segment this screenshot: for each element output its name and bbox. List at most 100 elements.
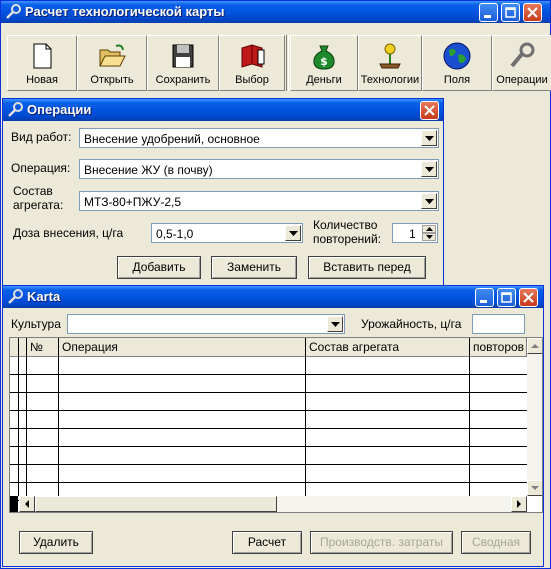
chevron-left-icon	[25, 500, 29, 508]
scroll-right-button[interactable]	[511, 496, 527, 512]
delete-button[interactable]: Удалить	[19, 531, 93, 554]
column-header-operation[interactable]: Операция	[59, 338, 306, 357]
vertical-scrollbar[interactable]	[527, 338, 542, 496]
operations-title-bar[interactable]: Операции	[3, 99, 443, 121]
operations-grid[interactable]: № Операция Состав агрегата повторов	[9, 337, 543, 513]
table-row[interactable]	[10, 411, 527, 429]
work-type-select[interactable]: Внесение удобрений, основное	[79, 128, 439, 148]
dose-value: 0,5-1,0	[156, 227, 194, 241]
chevron-down-icon	[426, 235, 433, 239]
chevron-down-icon	[289, 231, 298, 236]
summary-button[interactable]: Сводная	[461, 531, 531, 554]
minimize-button[interactable]	[479, 3, 498, 22]
close-icon	[527, 7, 538, 18]
karta-maximize-button[interactable]	[497, 288, 516, 307]
chevron-right-icon	[517, 500, 521, 508]
toolbar-open-button[interactable]: Открыть	[77, 35, 147, 91]
work-type-value: Внесение удобрений, основное	[84, 132, 260, 146]
replace-button[interactable]: Заменить	[211, 256, 297, 279]
toolbar-save-label: Сохранить	[155, 74, 211, 86]
culture-dropdown-button[interactable]	[327, 316, 343, 332]
yield-input[interactable]	[472, 314, 525, 334]
culture-select[interactable]	[67, 314, 345, 334]
maximize-icon	[505, 7, 516, 18]
operation-dropdown-button[interactable]	[421, 161, 437, 177]
repeats-spinner[interactable]: 1	[392, 223, 438, 243]
operation-label: Операция:	[11, 161, 71, 175]
close-icon	[424, 105, 435, 116]
karta-close-button[interactable]	[519, 288, 538, 307]
toolbar-money-button[interactable]: $ Деньги	[290, 35, 358, 91]
add-button[interactable]: Добавить	[117, 256, 201, 279]
close-icon	[523, 292, 534, 303]
toolbar-operations-label: Операции	[496, 74, 548, 86]
toolbar-operations-button[interactable]: Операции	[492, 35, 551, 91]
chevron-down-icon	[531, 486, 539, 490]
unit-select[interactable]: МТЗ-80+ПЖУ-2,5	[79, 191, 439, 211]
culture-label: Культура	[11, 317, 61, 331]
column-header-unit[interactable]: Состав агрегата	[306, 338, 470, 357]
wrench-icon	[8, 289, 23, 304]
toolbar-select-label: Выбор	[235, 74, 269, 86]
chevron-up-icon	[426, 227, 433, 231]
unit-dropdown-button[interactable]	[421, 193, 437, 209]
spinner-down-button[interactable]	[422, 233, 436, 241]
toolbar-select-button[interactable]: Выбор	[219, 35, 285, 91]
floppy-disk-icon	[172, 44, 194, 68]
new-document-icon	[33, 43, 52, 69]
repeats-value: 1	[409, 227, 416, 241]
chevron-down-icon	[425, 199, 434, 204]
table-row[interactable]	[10, 465, 527, 483]
scroll-down-button[interactable]	[527, 480, 542, 496]
dose-select[interactable]: 0,5-1,0	[151, 223, 303, 243]
toolbar-new-button[interactable]: Новая	[7, 35, 77, 91]
main-toolbar: Новая Открыть Сохранить Выбор $ Деньги Т…	[7, 35, 551, 91]
main-title-bar[interactable]: Расчет технологической карты	[1, 1, 550, 23]
toolbar-fields-button[interactable]: Поля	[422, 35, 492, 91]
toolbar-separator	[286, 35, 289, 91]
calculate-button[interactable]: Расчет	[232, 531, 302, 554]
toolbar-tech-label: Технологии	[360, 74, 420, 86]
chevron-up-icon	[531, 344, 539, 348]
row-indicator	[10, 496, 18, 512]
globe-icon	[443, 42, 471, 70]
table-row[interactable]	[10, 375, 527, 393]
horizontal-scrollbar[interactable]	[19, 496, 527, 512]
table-row[interactable]	[10, 393, 527, 411]
grid-line	[18, 338, 19, 496]
chevron-down-icon	[331, 322, 340, 327]
toolbar-tech-button[interactable]: Технологии	[358, 35, 422, 91]
column-header-number[interactable]: №	[27, 338, 59, 357]
chevron-down-icon	[425, 167, 434, 172]
toolbar-money-label: Деньги	[306, 74, 342, 86]
repeats-label: Количество повторений:	[313, 218, 382, 246]
close-button[interactable]	[523, 3, 542, 22]
dose-dropdown-button[interactable]	[285, 225, 301, 241]
spinner-up-button[interactable]	[422, 225, 436, 233]
karta-title: Karta	[27, 289, 61, 304]
insert-before-button[interactable]: Вставить перед	[308, 256, 426, 279]
scroll-thumb[interactable]	[35, 496, 277, 512]
karta-window: Karta Культура Урожайность, ц/га № Опера…	[2, 285, 544, 567]
scroll-up-button[interactable]	[527, 338, 542, 354]
wrench-icon	[510, 42, 535, 68]
table-row[interactable]	[10, 447, 527, 465]
minimize-icon	[484, 15, 491, 18]
toolbar-new-label: Новая	[26, 74, 58, 86]
operation-select[interactable]: Внесение ЖУ (в почву)	[79, 159, 439, 179]
karta-minimize-button[interactable]	[475, 288, 494, 307]
toolbar-open-label: Открыть	[90, 74, 134, 86]
toolbar-save-button[interactable]: Сохранить	[147, 35, 219, 91]
maximize-button[interactable]	[501, 3, 520, 22]
operations-close-button[interactable]	[420, 101, 439, 120]
column-header-repeats[interactable]: повторов	[470, 338, 527, 357]
scroll-left-button[interactable]	[19, 496, 35, 512]
minimize-icon	[480, 300, 487, 303]
work-type-dropdown-button[interactable]	[421, 130, 437, 146]
karta-title-bar[interactable]: Karta	[3, 286, 543, 308]
table-row[interactable]	[10, 357, 527, 375]
open-folder-icon	[99, 44, 126, 67]
chevron-down-icon	[425, 136, 434, 141]
table-row[interactable]	[10, 429, 527, 447]
production-costs-button[interactable]: Производств. затраты	[310, 531, 453, 554]
